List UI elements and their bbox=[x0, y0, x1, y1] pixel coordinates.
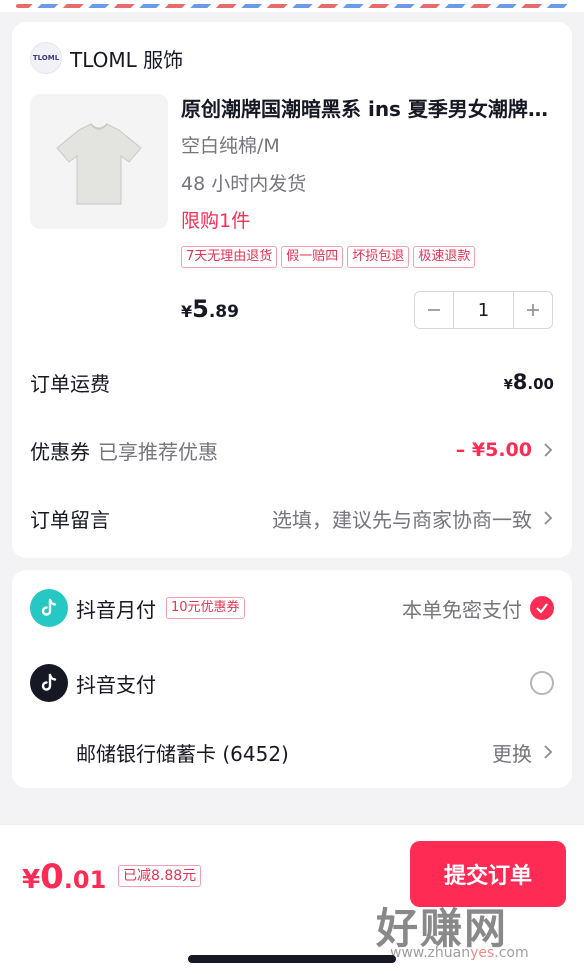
shop-logo: TLOML bbox=[30, 42, 62, 74]
douyin-monthly-icon bbox=[30, 589, 68, 627]
minus-icon bbox=[428, 309, 440, 311]
coupon-subtext: 已享推荐优惠 bbox=[98, 439, 218, 464]
freight-currency: ¥ bbox=[503, 378, 513, 393]
watermark: 好赚网 www.zhuanyes.com bbox=[372, 895, 572, 974]
note-input[interactable]: 选填，建议先与商家协商一致 bbox=[272, 504, 532, 533]
bank-card-row[interactable]: 邮储银行储蓄卡 (6452) 更换 bbox=[76, 732, 554, 772]
freight-decimal: .00 bbox=[527, 375, 554, 393]
change-card-link[interactable]: 更换 bbox=[492, 738, 532, 767]
monthly-note: 本单免密支付 bbox=[402, 597, 522, 622]
checkout-bar: ¥0.01 已减8.88元 提交订单 好赚网 www.zhuanyes.com bbox=[0, 824, 584, 974]
chevron-right-icon bbox=[544, 511, 553, 525]
pay-option-douyin[interactable]: 抖音支付 bbox=[30, 663, 554, 703]
service-tag: 7天无理由退货 bbox=[181, 246, 278, 268]
shop-name: TLOML 服饰 bbox=[70, 47, 184, 72]
watermark-url-prefix: www.zhuan bbox=[390, 945, 471, 961]
pay-label-douyin: 抖音支付 bbox=[76, 672, 156, 697]
service-tag: 极速退款 bbox=[413, 246, 476, 268]
total-decimal: .01 bbox=[63, 866, 107, 894]
chevron-right-icon bbox=[544, 745, 553, 759]
tshirt-icon bbox=[56, 122, 142, 204]
coupon-label: 优惠券 bbox=[30, 439, 90, 464]
home-indicator[interactable] bbox=[188, 955, 396, 963]
product-sku: 空白纯棉/M bbox=[181, 135, 280, 157]
monthly-coupon-badge: 10元优惠券 bbox=[166, 597, 245, 619]
coupon-row[interactable]: 优惠券 已享推荐优惠 – ¥5.00 bbox=[30, 430, 554, 470]
order-card: TLOML TLOML 服饰 原创潮牌国潮暗黑系 ins 夏季男女潮牌宽松短袖T… bbox=[12, 22, 572, 558]
service-tags: 7天无理由退货 假一赔四 坏损包退 极速退款 bbox=[181, 246, 476, 268]
order-note-row[interactable]: 订单留言 选填，建议先与商家协商一致 bbox=[30, 498, 554, 538]
saved-badge: 已减8.88元 bbox=[118, 865, 202, 887]
price-decimal: .89 bbox=[208, 302, 239, 322]
total-currency: ¥ bbox=[22, 865, 41, 895]
note-label: 订单留言 bbox=[30, 507, 110, 532]
airmail-border bbox=[0, 0, 584, 12]
bank-card-label: 邮储银行储蓄卡 (6452) bbox=[76, 741, 289, 766]
shop-header[interactable]: TLOML TLOML 服饰 bbox=[30, 42, 183, 74]
plus-icon bbox=[527, 304, 539, 316]
pay-option-monthly[interactable]: 抖音月付 10元优惠券 本单免密支付 bbox=[30, 588, 554, 628]
total-price: ¥0.01 bbox=[22, 857, 106, 897]
product-price: ¥5.89 bbox=[181, 295, 239, 323]
price-currency: ¥ bbox=[181, 302, 193, 321]
increase-button[interactable] bbox=[514, 292, 552, 328]
watermark-url: www.zhuanyes.com bbox=[390, 945, 529, 961]
product-image[interactable] bbox=[30, 94, 168, 229]
check-icon[interactable] bbox=[530, 596, 554, 620]
freight-integer: 8 bbox=[512, 370, 528, 394]
chevron-right-icon bbox=[544, 443, 553, 457]
decrease-button[interactable] bbox=[415, 292, 453, 328]
douyin-pay-icon bbox=[30, 664, 68, 702]
payment-card: 抖音月付 10元优惠券 本单免密支付 抖音支付 邮储银行储蓄卡 (6452) 更… bbox=[12, 570, 572, 788]
freight-row: 订单运费 ¥8.00 bbox=[30, 362, 554, 402]
service-tag: 假一赔四 bbox=[281, 246, 344, 268]
freight-value: ¥8.00 bbox=[504, 370, 554, 394]
shipping-info: 48 小时内发货 bbox=[181, 173, 307, 195]
radio-icon[interactable] bbox=[530, 671, 554, 695]
watermark-url-highlight: yes bbox=[470, 945, 495, 961]
purchase-limit: 限购1件 bbox=[181, 210, 251, 232]
product-title[interactable]: 原创潮牌国潮暗黑系 ins 夏季男女潮牌宽松短袖T恤 bbox=[181, 94, 553, 124]
watermark-url-suffix: .com bbox=[494, 945, 529, 961]
total-integer: 0 bbox=[40, 857, 64, 897]
coupon-discount: – ¥5.00 bbox=[455, 439, 532, 461]
pay-label-monthly: 抖音月付 bbox=[76, 597, 156, 622]
price-integer: 5 bbox=[192, 295, 209, 323]
service-tag: 坏损包退 bbox=[347, 246, 410, 268]
quantity-input[interactable]: 1 bbox=[453, 292, 514, 328]
quantity-stepper: 1 bbox=[414, 291, 553, 329]
freight-label: 订单运费 bbox=[30, 371, 110, 396]
